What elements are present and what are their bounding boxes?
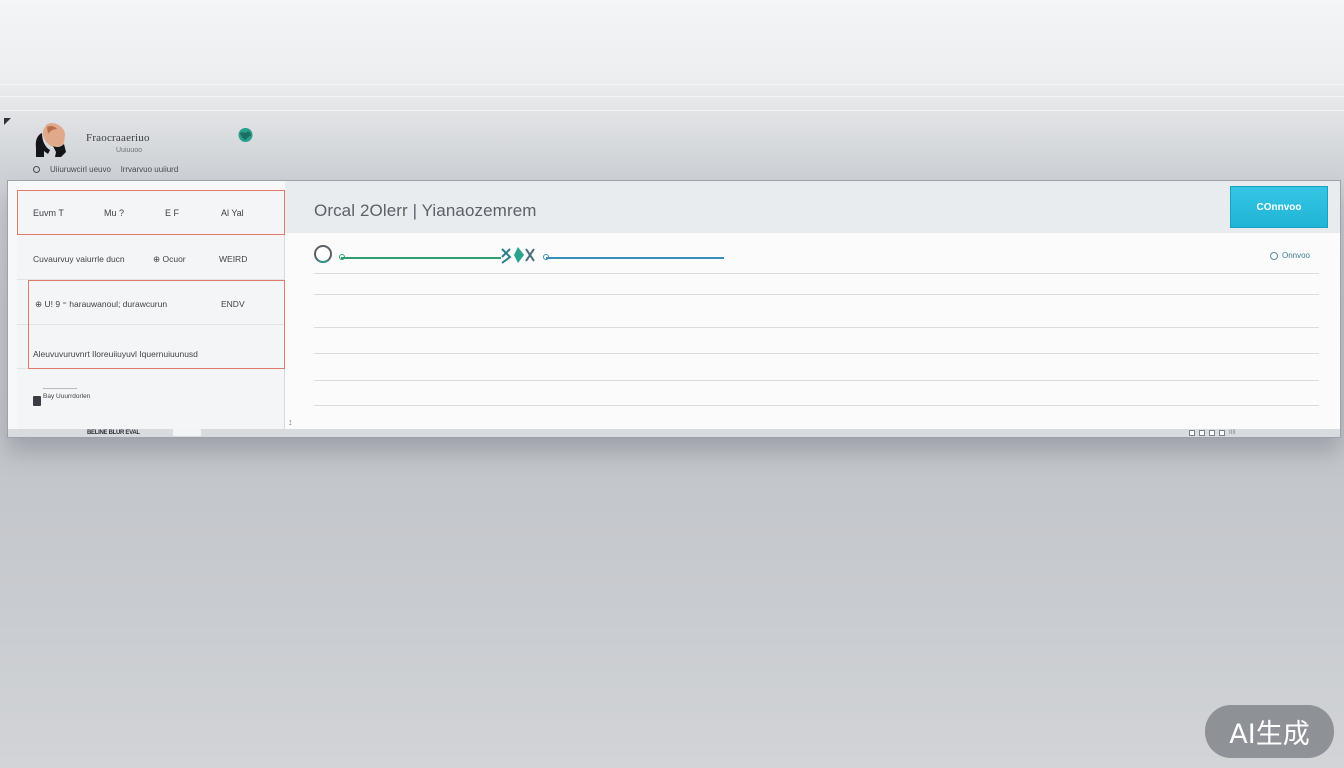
status-bar-text: BELINE BLUR EVAL	[87, 430, 140, 436]
page-title: Orcal 2Olerr | Yianaozemrem	[314, 201, 537, 220]
selection-outline	[17, 190, 285, 235]
primary-button[interactable]: COnnvoo	[1230, 186, 1328, 228]
main-content: Onnvoo ↕	[285, 233, 1340, 437]
list-item[interactable]: Cuvaurvuy vaiurrle ducn ⊕ Ocuor WEIRD	[17, 235, 285, 280]
background-stripe	[0, 96, 1344, 97]
status-ring-icon	[1269, 251, 1278, 260]
progress-segment-pending	[546, 257, 724, 259]
list-item-value: WEIRD	[219, 254, 248, 264]
pagination-suffix: IIII	[1229, 430, 1236, 436]
status-indicator: Onnvoo	[1269, 251, 1310, 260]
sidebar: Euvm T Mu ? E F Al Yal Cuvaurvuy vaiurrl…	[17, 190, 285, 429]
crossed-arrows-icon	[501, 247, 535, 264]
list-item-value: ENDV	[221, 299, 245, 309]
list-item[interactable]: Aleuvuvuruvnrt Iloreuiiuyuvl Iquernuiuun…	[17, 325, 285, 369]
divider	[314, 273, 1319, 274]
progress-marker	[500, 245, 544, 268]
header-meta: Uiiuruwcirl ueuvo lrrvarvuo uuiiurd	[33, 165, 178, 174]
divider	[43, 388, 77, 389]
pagination: IIII	[1189, 430, 1236, 436]
ai-generated-watermark: AI生成	[1205, 705, 1334, 758]
progress-track: Onnvoo	[314, 243, 1316, 267]
list-item-label: Aleuvuvuruvnrt Iloreuiiuyuvl Iquernuiuun…	[33, 349, 198, 359]
app-window: Euvm T Mu ? E F Al Yal Cuvaurvuy vaiurrl…	[7, 180, 1341, 438]
divider	[314, 294, 1319, 295]
scrollbar-thumb[interactable]	[173, 429, 201, 436]
search-icon[interactable]	[314, 245, 332, 263]
page-indicator[interactable]	[1189, 430, 1195, 436]
status-text: Onnvoo	[1281, 251, 1310, 260]
list-item[interactable]: ⊕ U! 9 ⁼ harauwanoul; durawcurun ENDV	[17, 280, 285, 325]
divider	[314, 380, 1319, 381]
app-logo	[35, 123, 66, 157]
brand-title: Fraocraaeriuo	[86, 132, 150, 144]
divider	[314, 327, 1319, 328]
globe-icon[interactable]	[237, 127, 254, 143]
list-item-meta: ⊕ Ocuor	[153, 254, 186, 264]
page-indicator[interactable]	[1209, 430, 1215, 436]
progress-segment-complete	[341, 257, 501, 259]
main-panel: Orcal 2Olerr | Yianaozemrem COnnvoo Onnv…	[285, 181, 1340, 437]
list-item-label: Cuvaurvuy vaiurrle ducn	[33, 254, 125, 264]
resize-corner-icon	[4, 118, 11, 125]
background-stripe	[0, 84, 1344, 85]
meta-left-text: Uiiuruwcirl ueuvo	[50, 165, 111, 174]
sidebar-footnote: Bay Uuurrdorlen	[43, 393, 91, 400]
document-icon	[33, 396, 41, 406]
resize-handle-icon[interactable]: ↕	[288, 417, 293, 427]
meta-right-text: lrrvarvuo uuiiurd	[120, 165, 179, 174]
brand-subtitle: Uuiuuoo	[116, 147, 143, 154]
copyright-icon	[33, 166, 40, 173]
page-indicator[interactable]	[1199, 430, 1205, 436]
page-indicator[interactable]	[1219, 430, 1225, 436]
main-topbar: Orcal 2Olerr | Yianaozemrem COnnvoo	[285, 181, 1340, 233]
divider	[314, 353, 1319, 354]
background-stripe	[0, 110, 1344, 111]
divider	[314, 405, 1319, 406]
list-item-label: ⊕ U! 9 ⁼ harauwanoul; durawcurun	[35, 299, 168, 309]
status-bar: BELINE BLUR EVAL IIII	[8, 429, 1340, 437]
